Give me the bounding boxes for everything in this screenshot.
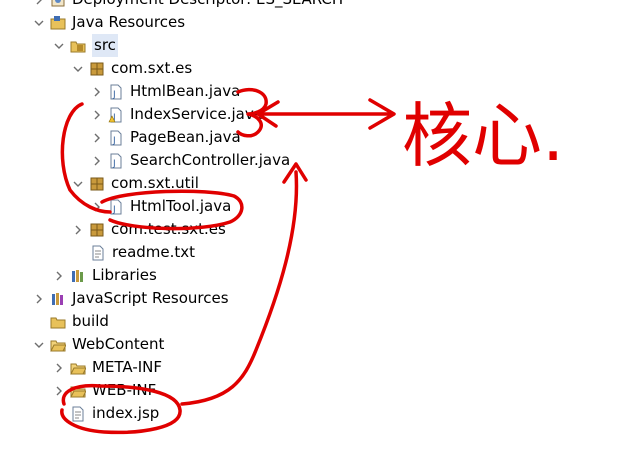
- chevron-down-icon[interactable]: [32, 16, 46, 30]
- chevron-right-icon[interactable]: [71, 223, 85, 237]
- chevron-right-icon[interactable]: [52, 269, 66, 283]
- chevron-right-icon[interactable]: [90, 85, 104, 99]
- chevron-right-icon[interactable]: [32, 292, 46, 306]
- svg-text:J: J: [112, 90, 116, 100]
- tree-item-label: META-INF: [92, 358, 163, 376]
- package-icon: [89, 222, 105, 238]
- folder-open-icon: [50, 337, 66, 353]
- tree-item-build[interactable]: build: [50, 310, 109, 333]
- folder-open-icon: [70, 383, 86, 399]
- tree-item-label: SearchController.java: [130, 151, 291, 169]
- java-file-icon: J: [108, 199, 124, 215]
- tree-item-package-com-test-sxt-es[interactable]: com.test.sxt.es: [71, 218, 226, 241]
- chevron-right-icon[interactable]: [52, 361, 66, 375]
- tree-item-src[interactable]: src: [52, 34, 118, 57]
- chevron-right-icon[interactable]: [90, 154, 104, 168]
- tree-item-label: HtmlTool.java: [130, 197, 232, 215]
- tree-item-file[interactable]: index.jsp: [70, 402, 159, 425]
- tree-item-file[interactable]: J HtmlTool.java: [90, 195, 231, 218]
- chevron-right-icon[interactable]: [32, 0, 46, 7]
- tree-item-file[interactable]: J IndexService.java: [90, 103, 263, 126]
- java-file-icon: J: [108, 130, 124, 146]
- svg-text:J: J: [112, 136, 116, 146]
- deployment-descriptor-icon: [50, 0, 66, 8]
- tree-item-package-com-sxt-util[interactable]: com.sxt.util: [71, 172, 199, 195]
- java-file-warning-icon: J: [108, 107, 124, 123]
- tree-item-label: index.jsp: [92, 404, 160, 422]
- tree-item-label: com.sxt.es: [111, 59, 193, 77]
- tree-item-label: HtmlBean.java: [130, 82, 241, 100]
- svg-text:J: J: [112, 159, 116, 169]
- chevron-down-icon[interactable]: [71, 62, 85, 76]
- tree-item-label: Java Resources: [72, 13, 186, 31]
- package-icon: [89, 176, 105, 192]
- tree-item-libraries[interactable]: Libraries: [52, 264, 157, 287]
- text-file-icon: [90, 245, 106, 261]
- tree-item-label: com.sxt.util: [111, 174, 199, 192]
- tree-item-web-inf[interactable]: WEB-INF: [52, 379, 156, 402]
- tree-item-label: Libraries: [92, 266, 157, 284]
- tree-item-label: IndexService.java: [130, 105, 263, 123]
- tree-item-label: JavaScript Resources: [72, 289, 229, 307]
- svg-text:J: J: [112, 205, 116, 215]
- java-file-icon: J: [108, 153, 124, 169]
- tree-item-package-com-sxt-es[interactable]: com.sxt.es: [71, 57, 192, 80]
- chevron-down-icon[interactable]: [71, 177, 85, 191]
- javascript-resources-icon: [50, 291, 66, 307]
- tree-item-label: WebContent: [72, 335, 165, 353]
- folder-open-icon: [70, 360, 86, 376]
- tree-item-label: PageBean.java: [130, 128, 241, 146]
- tree-item-label: src: [92, 34, 118, 57]
- chevron-right-icon[interactable]: [90, 200, 104, 214]
- tree-item-file[interactable]: J HtmlBean.java: [90, 80, 240, 103]
- tree-item-label: Deployment Descriptor: ES_SEARCH: [72, 0, 343, 11]
- jsp-file-icon: [70, 406, 86, 422]
- tree-item-deployment-descriptor[interactable]: Deployment Descriptor: ES_SEARCH: [32, 0, 343, 11]
- tree-item-webcontent[interactable]: WebContent: [32, 333, 164, 356]
- tree-item-javascript-resources[interactable]: JavaScript Resources: [32, 287, 229, 310]
- source-folder-icon: [70, 38, 86, 54]
- chevron-right-icon[interactable]: [52, 384, 66, 398]
- chevron-down-icon[interactable]: [32, 338, 46, 352]
- package-icon: [89, 61, 105, 77]
- project-explorer-tree: Deployment Descriptor: ES_SEARCH Java Re…: [0, 0, 621, 460]
- chevron-down-icon[interactable]: [52, 39, 66, 53]
- tree-item-file[interactable]: readme.txt: [90, 241, 195, 264]
- tree-item-java-resources[interactable]: Java Resources: [32, 11, 185, 34]
- tree-item-label: build: [72, 312, 109, 330]
- tree-item-file[interactable]: J SearchController.java: [90, 149, 290, 172]
- chevron-right-icon[interactable]: [90, 108, 104, 122]
- libraries-icon: [70, 268, 86, 284]
- java-resources-icon: [50, 15, 66, 31]
- tree-item-meta-inf[interactable]: META-INF: [52, 356, 162, 379]
- tree-item-label: WEB-INF: [92, 381, 157, 399]
- tree-item-label: readme.txt: [112, 243, 196, 261]
- tree-item-file[interactable]: J PageBean.java: [90, 126, 241, 149]
- java-file-icon: J: [108, 84, 124, 100]
- tree-item-label: com.test.sxt.es: [111, 220, 226, 238]
- folder-icon: [50, 314, 66, 330]
- chevron-right-icon[interactable]: [90, 131, 104, 145]
